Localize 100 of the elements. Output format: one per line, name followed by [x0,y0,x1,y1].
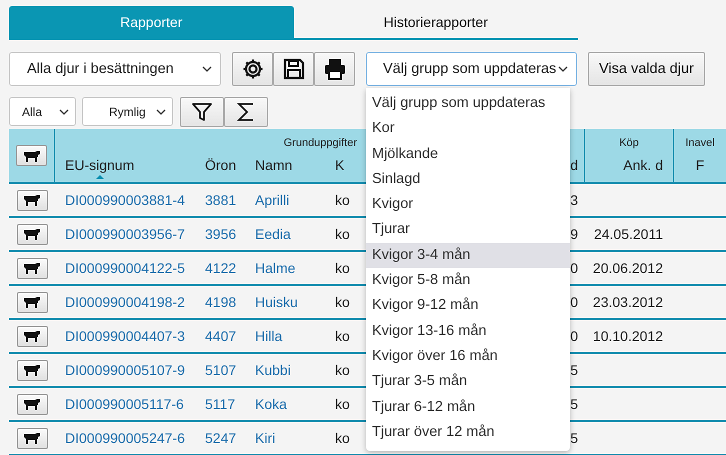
table-cell: 23.03.2012 [592,294,663,310]
animal-button[interactable] [16,190,48,210]
cow-icon [23,296,41,308]
animal-name-link[interactable]: Kiri [255,430,276,446]
ear-number-link[interactable]: 4407 [205,328,236,344]
animal-name-link[interactable]: Aprilli [255,192,290,208]
cow-icon [23,228,41,240]
animal-name-link[interactable]: Kubbi [255,362,291,378]
table-cell: 0 [570,260,578,276]
column-header[interactable]: K [335,157,344,173]
ear-number-link[interactable]: 4122 [205,260,236,276]
dropdown-option[interactable]: Tjurar [366,217,570,243]
animal-button[interactable] [16,428,48,448]
cow-icon [23,432,41,444]
eu-signum-link[interactable]: DI000990005107-9 [65,362,185,378]
animal-button[interactable] [16,326,48,346]
ear-number-link[interactable]: 3956 [205,226,236,242]
chevron-icon [59,108,69,114]
cow-icon [23,330,41,342]
ear-number-link[interactable]: 3881 [205,192,236,208]
printer-icon [322,57,346,81]
dropdown-option[interactable]: Kor [366,116,570,142]
eu-signum-link[interactable]: DI000990004407-3 [65,328,185,344]
save-button[interactable] [273,52,314,86]
chevron-icon [156,108,166,114]
animal-button[interactable] [16,394,48,414]
group-select[interactable]: Välj grupp som uppdateras [366,52,577,86]
dropdown-option[interactable]: Kvigor 13-16 mån [366,318,570,344]
ear-number-link[interactable]: 4198 [205,294,236,310]
table-cell: ko [335,226,350,242]
animal-name-link[interactable]: Koka [255,396,287,412]
table-cell: ko [335,396,350,412]
column-header[interactable]: Namn [255,157,292,173]
animal-name-link[interactable]: Halme [255,260,296,276]
dropdown-option[interactable]: Kvigor 5-8 mån [366,268,570,294]
show-selected-button[interactable]: Visa valda djur [588,52,705,86]
dropdown-option[interactable]: Tjurar 3-5 mån [366,369,570,395]
dropdown-option[interactable]: Kvigor 9-12 mån [366,293,570,319]
column-header[interactable]: F [696,157,704,173]
select-animals-button[interactable] [16,145,47,166]
report-tab[interactable]: Historierapporter [294,6,578,38]
dropdown-option[interactable]: Mjölkande [366,142,570,167]
settings-icon [240,57,264,81]
table-cell: ko [335,362,350,378]
animal-button[interactable] [16,360,48,380]
animal-name-link[interactable]: Huisku [255,294,298,310]
table-cell: 20.06.2012 [592,260,663,276]
animal-button[interactable] [16,292,48,312]
table-cell: ko [335,430,350,446]
cow-icon [23,262,41,274]
table-cell: ko [335,294,350,310]
filter-icon [191,100,213,122]
animal-button[interactable] [16,224,48,244]
dropdown-option[interactable]: Kvigor över 16 mån [366,344,570,370]
table-cell: 5 [570,396,578,412]
column-header[interactable]: Öron [205,157,236,173]
table-cell: 9 [570,226,578,242]
dropdown-option[interactable]: Sinlagd [366,166,570,192]
column-header[interactable]: Ank. d [623,157,663,173]
ear-number-link[interactable]: 5247 [205,430,236,446]
eu-signum-link[interactable]: DI000990004198-2 [65,294,185,310]
table-cell: 0 [570,294,578,310]
animal-select[interactable]: Alla djur i besättningen [9,52,221,86]
chevron-icon [558,66,568,72]
animal-name-link[interactable]: Hilla [255,328,282,344]
eu-signum-link[interactable]: DI000990004122-5 [65,260,185,276]
cow-icon [23,398,41,410]
filter-select[interactable]: Rymlig [82,97,173,126]
table-cell: 24.05.2011 [594,226,663,242]
print-button[interactable] [314,52,355,86]
table-cell: 10.10.2012 [592,328,663,344]
sum-button[interactable] [224,96,268,126]
group-header: Köp [619,137,639,149]
chevron-icon [202,66,212,72]
filter-select[interactable]: Alla [9,97,76,126]
dropdown-option[interactable]: Kvigor 3-4 mån [366,242,570,268]
table-cell: 0 [570,328,578,344]
column-header[interactable]: EU-signum [65,157,134,179]
dropdown-option[interactable]: Tjurar över 12 mån [366,420,570,446]
eu-signum-link[interactable]: DI000990005247-6 [65,430,185,446]
ear-number-link[interactable]: 5107 [205,362,236,378]
animal-name-link[interactable]: Eedia [255,226,291,242]
dropdown-option[interactable]: Välj grupp som uppdateras [366,91,570,116]
sort-arrow-icon [96,175,104,179]
eu-signum-link[interactable]: DI000990005117-6 [65,396,184,412]
ear-number-link[interactable]: 5117 [205,396,236,412]
eu-signum-link[interactable]: DI000990003956-7 [65,226,185,242]
dropdown-option[interactable]: Tjurar 6-12 mån [366,394,570,420]
eu-signum-link[interactable]: DI000990003881-4 [65,192,185,208]
column-header[interactable]: d [570,157,578,173]
animal-button[interactable] [16,258,48,278]
group-header: Inavel [685,137,715,149]
settings-button[interactable] [232,52,273,86]
dropdown-option[interactable]: Kvigor [366,192,570,218]
cow-icon [22,150,40,162]
table-cell: 5 [570,362,578,378]
table-cell: 5 [570,430,578,446]
table-cell: ko [335,192,350,208]
table-cell: 3 [570,192,578,208]
filter-button[interactable] [180,96,224,126]
